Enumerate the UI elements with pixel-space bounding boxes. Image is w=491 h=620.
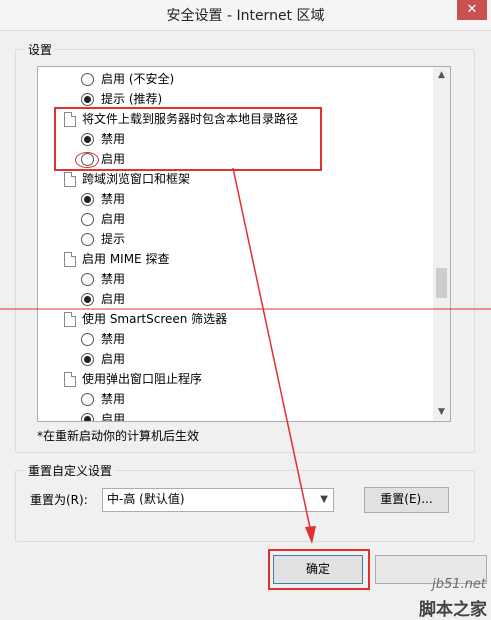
restart-note: *在重新启动你的计算机后生效 xyxy=(37,429,200,443)
watermark-site: jb51.net xyxy=(432,577,486,592)
category-label: 启用 MIME 探查 xyxy=(82,252,170,266)
option-label: 禁用 xyxy=(101,332,126,346)
page-icon xyxy=(64,252,76,267)
page-icon xyxy=(64,112,76,127)
radio-checked-icon[interactable] xyxy=(81,293,94,306)
reset-level-select[interactable]: 中-高 (默认值) ▼ xyxy=(102,488,334,512)
watermark-name: 脚本之家 xyxy=(419,600,487,620)
radio-unchecked-icon[interactable] xyxy=(81,393,94,406)
category-label: 跨域浏览窗口和框架 xyxy=(82,172,191,186)
title-bar: 安全设置 - Internet 区域 ✕ xyxy=(0,0,491,31)
radio-unchecked-icon[interactable] xyxy=(81,233,94,246)
radio-checked-icon[interactable] xyxy=(81,93,94,106)
radio-unchecked-icon[interactable] xyxy=(81,333,94,346)
chevron-down-icon: ▼ xyxy=(320,494,328,505)
scroll-down-icon[interactable]: ▼ xyxy=(433,404,450,421)
option-label: 提示 xyxy=(101,232,126,246)
option-label: 禁用 xyxy=(101,132,126,146)
radio-unchecked-icon[interactable] xyxy=(81,73,94,86)
reset-level-value: 中-高 (默认值) xyxy=(107,492,185,506)
radio-unchecked-icon[interactable] xyxy=(81,213,94,226)
category-label: 将文件上载到服务器时包含本地目录路径 xyxy=(82,112,299,126)
reset-group-label: 重置自定义设置 xyxy=(25,462,116,479)
settings-group-label: 设置 xyxy=(25,41,56,58)
option-label: 启用 xyxy=(101,152,126,166)
option-label: 启用 xyxy=(101,292,126,306)
category-label: 使用 SmartScreen 筛选器 xyxy=(82,312,228,326)
window-title: 安全设置 - Internet 区域 xyxy=(166,8,325,24)
scrollbar[interactable]: ▲ ▼ xyxy=(433,67,450,421)
option-label: 禁用 xyxy=(101,192,126,206)
radio-unchecked-icon[interactable] xyxy=(81,273,94,286)
reset-button[interactable]: 重置(E)... xyxy=(364,487,449,513)
radio-checked-icon[interactable] xyxy=(81,133,94,146)
ok-button[interactable]: 确定 xyxy=(273,555,363,584)
option-label: 启用 xyxy=(101,352,126,366)
radio-checked-icon[interactable] xyxy=(81,353,94,366)
reset-to-label: 重置为(R): xyxy=(30,493,88,507)
settings-list[interactable]: 启用 (不安全) 提示 (推荐) 将文件上载到服务器时包含本地目录路径 禁用 启用 跨域浏… xyxy=(37,66,451,422)
option-label: 提示 (推荐) xyxy=(101,92,163,106)
option-label: 启用 xyxy=(101,212,126,226)
close-button[interactable]: ✕ xyxy=(457,0,487,20)
option-label: 启用 xyxy=(101,412,126,422)
option-label: 禁用 xyxy=(101,272,126,286)
option-label: 禁用 xyxy=(101,392,126,406)
category-label: 使用弹出窗口阻止程序 xyxy=(82,372,203,386)
highlight-circle xyxy=(75,152,99,168)
scroll-up-icon[interactable]: ▲ xyxy=(433,67,450,84)
page-icon xyxy=(64,312,76,327)
radio-checked-icon[interactable] xyxy=(81,193,94,206)
page-icon xyxy=(64,172,76,187)
page-icon xyxy=(64,372,76,387)
option-label: 启用 (不安全) xyxy=(101,72,175,86)
radio-checked-icon[interactable] xyxy=(81,413,94,421)
scroll-thumb[interactable] xyxy=(436,268,447,298)
close-icon: ✕ xyxy=(466,2,478,17)
